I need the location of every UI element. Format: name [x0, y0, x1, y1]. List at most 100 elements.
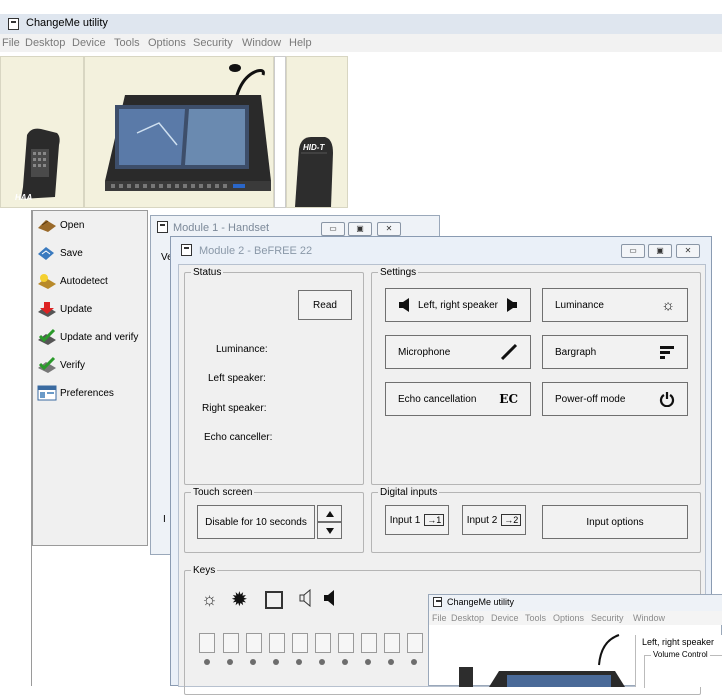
thumb-volume-group: Volume Control — [644, 650, 722, 688]
touch-screen-down-button[interactable] — [317, 522, 342, 539]
tool-update[interactable]: Update — [36, 300, 146, 320]
window-title: ChangeMe utility — [26, 17, 108, 29]
input-options-button[interactable]: Input options — [542, 505, 688, 539]
menu-desktop[interactable]: Desktop — [25, 37, 65, 49]
brightness-key-icon[interactable]: ✹ — [231, 587, 248, 612]
key-led — [388, 659, 394, 665]
left-right-speaker-label: Left, right speaker — [417, 299, 499, 311]
menu-security[interactable]: Security — [193, 37, 233, 49]
module1-title: Module 1 - Handset — [173, 222, 269, 234]
input-1-button[interactable]: Input 1 →1 — [385, 505, 449, 535]
tool-open[interactable]: Open — [36, 216, 146, 236]
module2-maximize-button[interactable]: ▣ — [648, 244, 672, 258]
thumb-title: ChangeMe utility — [447, 597, 515, 607]
input-2-label: Input 2 — [466, 514, 498, 526]
key-slot[interactable] — [315, 633, 331, 653]
menu-options[interactable]: Options — [148, 37, 186, 49]
echo-canceller-status-label: Echo canceller: — [204, 432, 273, 443]
bargraph-label: Bargraph — [555, 346, 597, 358]
read-button[interactable]: Read — [298, 290, 352, 320]
thumb-menu-item: Tools — [525, 613, 547, 623]
thumb-menu-bar: File Desktop Device Tools Options Securi… — [429, 611, 722, 625]
microphone-label: Microphone — [398, 346, 451, 358]
update-verify-icon — [38, 328, 56, 345]
app-icon — [8, 18, 19, 30]
device-scroll-gap — [274, 56, 286, 208]
luminance-label: Luminance — [555, 299, 604, 311]
key-slot[interactable] — [246, 633, 262, 653]
menu-tools[interactable]: Tools — [114, 37, 140, 49]
key-slot[interactable] — [269, 633, 285, 653]
embedded-screenshot: ChangeMe utility File Desktop Device Too… — [428, 594, 722, 688]
digital-inputs-legend: Digital inputs — [380, 487, 438, 498]
open-icon — [38, 220, 56, 232]
module1-minimize-button[interactable]: ▭ — [321, 222, 345, 236]
module1-app-icon — [157, 221, 168, 233]
preferences-icon — [37, 385, 57, 401]
left-right-speaker-button[interactable]: Left, right speaker — [385, 288, 531, 322]
touch-screen-up-button[interactable] — [317, 505, 342, 522]
luminance-button[interactable]: Luminance ☼ — [542, 288, 688, 322]
bargraph-button[interactable]: Bargraph — [542, 335, 688, 369]
thumb-menu-item: Options — [553, 613, 585, 623]
input-1-label: Input 1 — [389, 514, 421, 526]
power-off-mode-button[interactable]: Power-off mode — [542, 382, 688, 416]
bargraph-icon — [660, 346, 674, 359]
module1-maximize-button[interactable]: ▣ — [348, 222, 372, 236]
tool-update-verify[interactable]: Update and verify — [36, 328, 146, 348]
tool-autodetect[interactable]: Autodetect — [36, 272, 146, 292]
up-arrow-icon — [325, 510, 334, 517]
square-key-icon[interactable] — [265, 591, 283, 609]
touch-screen-select[interactable]: Disable for 10 seconds — [197, 505, 315, 539]
microphone-button[interactable]: Microphone — [385, 335, 531, 369]
luminance-key-icon[interactable]: ☼ — [201, 589, 218, 610]
right-speaker-status-label: Right speaker: — [202, 403, 267, 414]
thumb-title-bar: ChangeMe utility — [429, 595, 722, 611]
device-panel-console[interactable] — [84, 56, 274, 208]
thumb-device-image — [459, 634, 625, 687]
key-led — [250, 659, 256, 665]
speaker-key-icon[interactable] — [321, 589, 343, 607]
thumb-tooltip-text: Left, right speaker — [642, 637, 715, 647]
speaker-left-icon — [399, 298, 409, 312]
module1-clipped-button[interactable]: I — [163, 514, 166, 525]
device-panel-haa[interactable]: HAA — [0, 56, 84, 208]
tool-label: Open — [60, 220, 85, 231]
module1-close-button[interactable]: ✕ — [377, 222, 401, 236]
key-slot[interactable] — [292, 633, 308, 653]
tool-label: Verify — [60, 360, 86, 371]
autodetect-icon — [38, 274, 56, 289]
tool-save[interactable]: Save — [36, 244, 146, 264]
key-slot[interactable] — [361, 633, 377, 653]
key-slot[interactable] — [384, 633, 400, 653]
hid-label: HID-T — [303, 143, 325, 152]
thumb-menu-item: Window — [633, 613, 666, 623]
key-slot[interactable] — [199, 633, 215, 653]
down-arrow-icon — [325, 527, 334, 534]
key-slot[interactable] — [407, 633, 423, 653]
key-led — [411, 659, 417, 665]
menu-window[interactable]: Window — [242, 37, 281, 49]
input-2-button[interactable]: Input 2 →2 — [462, 505, 526, 535]
menu-device[interactable]: Device — [72, 37, 106, 49]
settings-legend: Settings — [380, 267, 417, 278]
device-panel-hid[interactable]: HID-T — [286, 56, 348, 208]
menu-help[interactable]: Help — [289, 37, 312, 49]
menu-file[interactable]: File — [2, 37, 20, 49]
key-slot[interactable] — [223, 633, 239, 653]
module2-minimize-button[interactable]: ▭ — [621, 244, 645, 258]
luminance-status-label: Luminance: — [216, 344, 268, 355]
module2-close-button[interactable]: ✕ — [676, 244, 700, 258]
key-led — [273, 659, 279, 665]
thumb-menu-item: Device — [491, 613, 519, 623]
key-slot[interactable] — [338, 633, 354, 653]
tool-verify[interactable]: Verify — [36, 356, 146, 376]
touch-screen-legend: Touch screen — [193, 487, 253, 498]
left-gutter — [0, 210, 32, 686]
main-title-bar: ChangeMe utility — [0, 14, 722, 34]
volume-down-key-icon[interactable] — [297, 589, 319, 607]
key-led — [319, 659, 325, 665]
echo-cancellation-button[interactable]: Echo cancellation EC — [385, 382, 531, 416]
tool-label: Autodetect — [60, 276, 108, 287]
tool-preferences[interactable]: Preferences — [36, 384, 146, 404]
